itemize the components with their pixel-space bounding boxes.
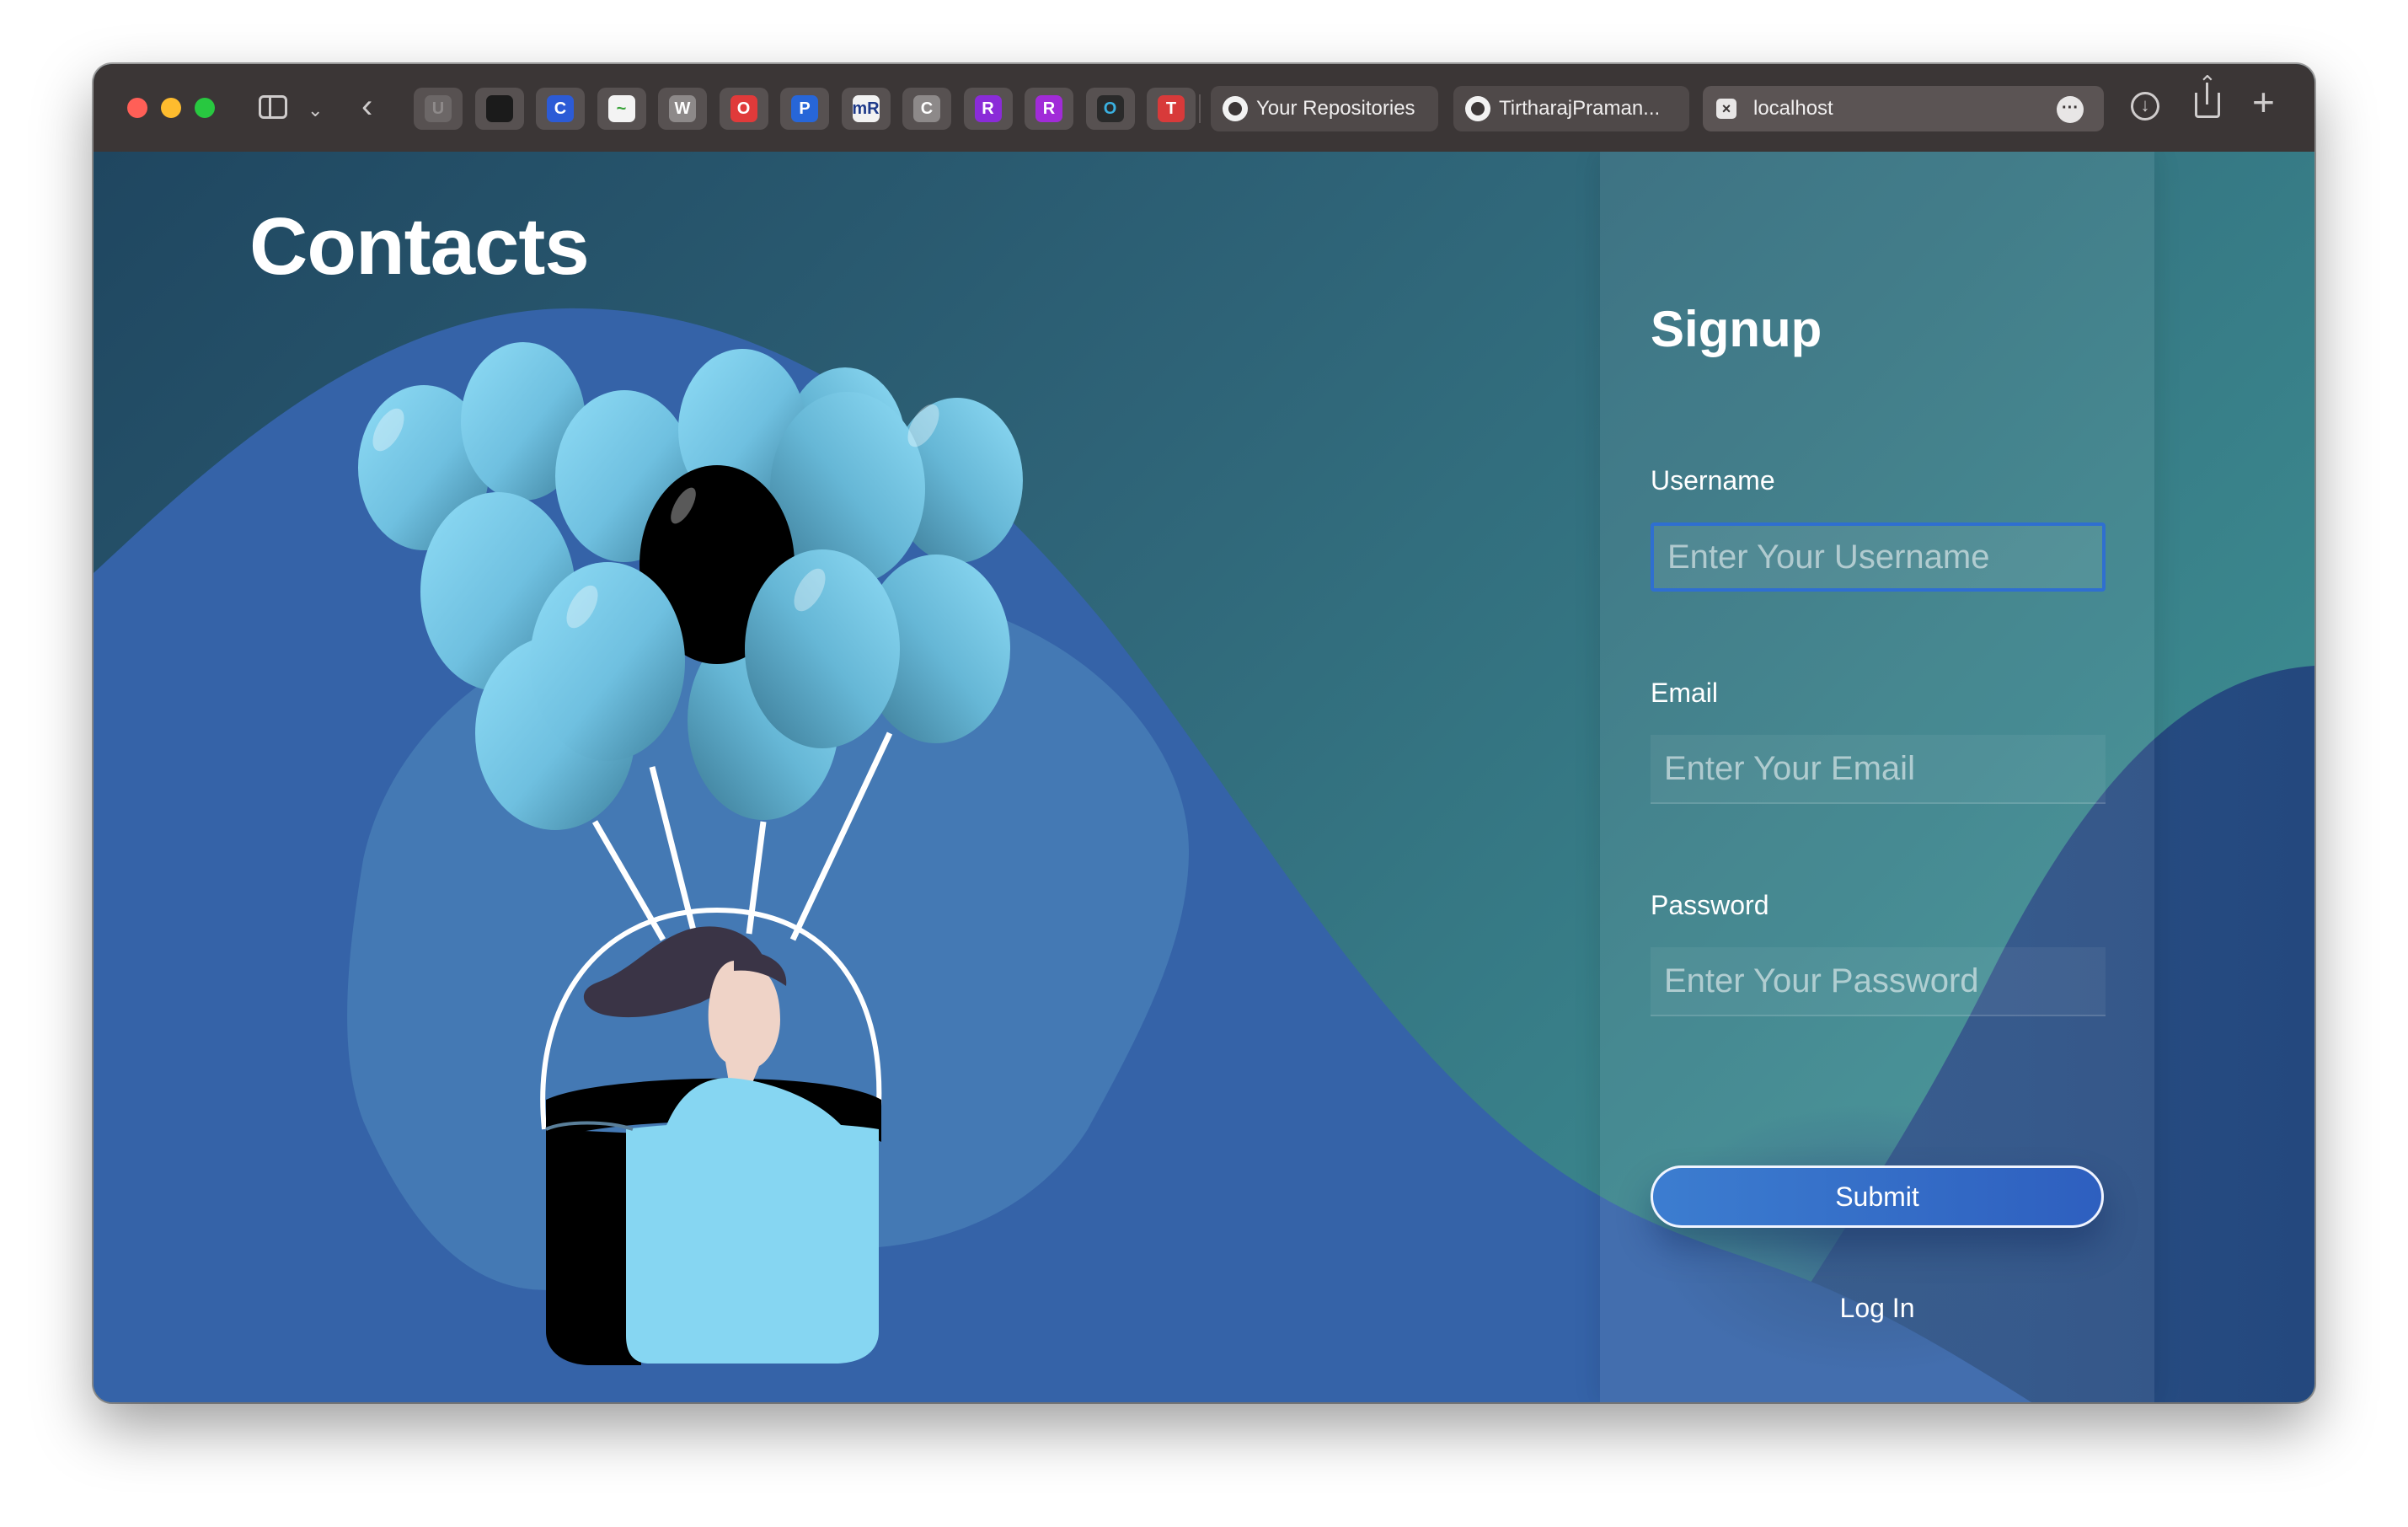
favicon: mR (852, 95, 880, 122)
balloon-illustration (358, 342, 1023, 1365)
favorite-site-icon[interactable]: ~ (597, 88, 646, 130)
github-icon (1223, 96, 1248, 121)
tab-your-repositories[interactable]: Your Repositories (1211, 86, 1438, 131)
favorite-site-icon[interactable]: R (963, 88, 1013, 130)
woman-face (708, 961, 780, 1087)
favorite-site-icon[interactable]: U (414, 88, 463, 130)
password-label: Password (1651, 890, 1769, 920)
page-content: Contacts Signup Username Enter Your User… (94, 152, 2314, 1402)
more-options-icon[interactable]: ··· (2057, 96, 2084, 123)
email-label: Email (1651, 678, 1719, 708)
login-link[interactable]: Log In (1651, 1293, 2104, 1324)
username-label: Username (1651, 465, 1775, 496)
favicon: O (1096, 95, 1124, 122)
minimize-window-button[interactable] (161, 98, 181, 118)
favorite-site-icon[interactable]: W (658, 88, 707, 130)
new-tab-plus-icon[interactable]: + (2252, 83, 2275, 121)
download-icon[interactable]: ↓ (2131, 92, 2159, 121)
favicon: C (547, 95, 574, 122)
signup-title: Signup (1651, 301, 1822, 357)
github-icon (1465, 96, 1490, 121)
signup-panel: Signup Username Email Password Submit Lo… (1600, 152, 2154, 1402)
tab-label: TirtharajPraman... (1499, 97, 1661, 120)
favicon: U (425, 95, 452, 122)
browser-toolbar: ⌄ ‹ U C ~ W O PmR C R R O T Your Repositories Tirt… (94, 64, 2314, 153)
favicon: ~ (607, 95, 635, 122)
favicon: R (1035, 95, 1062, 122)
favorite-site-icon[interactable]: C (536, 88, 585, 130)
back-arrow-icon[interactable]: ‹ (361, 89, 372, 123)
favorite-site-icon[interactable]: mR (841, 88, 891, 130)
email-input[interactable] (1651, 735, 2106, 804)
favorite-site-icon[interactable] (474, 88, 524, 130)
tab-separator (1199, 94, 1201, 123)
zoom-window-button[interactable] (195, 98, 215, 118)
favicon: R (974, 95, 1002, 122)
username-input[interactable] (1651, 522, 2106, 592)
chevron-down-icon[interactable]: ⌄ (308, 99, 323, 121)
browser-window: ⌄ ‹ U C ~ W O PmR C R R O T Your Repositories Tirt… (94, 64, 2314, 1402)
basket-front (626, 1122, 879, 1364)
tab-label: localhost (1753, 97, 1833, 120)
balloon (530, 562, 685, 761)
favicon: P (791, 95, 818, 122)
tab-label: Your Repositories (1256, 97, 1415, 120)
favorite-site-icon[interactable]: O (1085, 88, 1135, 130)
submit-button[interactable]: Submit (1651, 1165, 2104, 1228)
sidebar-toggle-icon[interactable] (259, 95, 287, 119)
favorite-site-icon[interactable]: R (1025, 88, 1073, 130)
favorite-site-icon[interactable]: T (1147, 88, 1196, 130)
favorite-site-icon[interactable]: P (780, 88, 829, 130)
close-tab-icon[interactable]: × (1716, 99, 1736, 119)
favicon: C (913, 95, 940, 122)
tab-localhost[interactable]: × localhost ··· (1703, 86, 2104, 131)
favicon: O (730, 95, 757, 122)
tab-tirtharaj[interactable]: TirtharajPraman... (1453, 86, 1689, 131)
favorite-site-icon[interactable]: C (902, 88, 951, 130)
favorite-site-icon[interactable]: O (719, 88, 768, 130)
favicon: W (669, 95, 696, 122)
share-icon[interactable] (2195, 71, 2220, 118)
close-window-button[interactable] (127, 98, 147, 118)
favicon: T (1158, 95, 1185, 122)
password-input[interactable] (1651, 947, 2106, 1016)
favicon (485, 95, 513, 122)
